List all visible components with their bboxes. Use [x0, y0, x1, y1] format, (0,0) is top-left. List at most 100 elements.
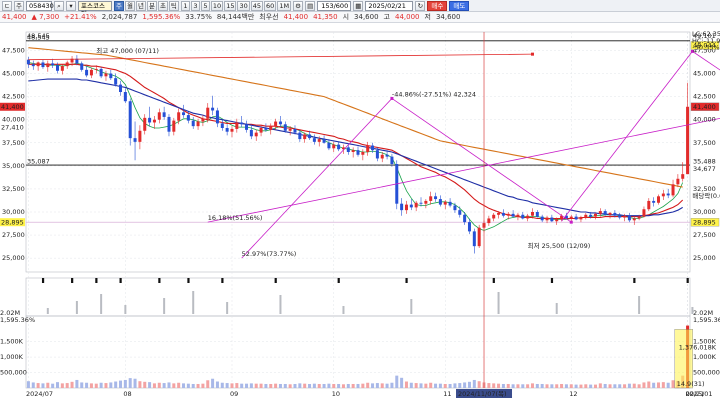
candle-body[interactable]: [424, 200, 428, 204]
period-tab-tick[interactable]: 틱: [168, 0, 179, 11]
volume-bar[interactable]: [196, 383, 200, 388]
event-marker[interactable]: [550, 278, 554, 283]
candle-body[interactable]: [133, 138, 137, 142]
volume-bar[interactable]: [269, 383, 273, 388]
volume-bar[interactable]: [569, 384, 573, 388]
volume-bar[interactable]: [177, 382, 181, 388]
candle-body[interactable]: [593, 213, 597, 217]
candle-body[interactable]: [283, 124, 287, 131]
volume-bar[interactable]: [133, 378, 137, 388]
period-tab-second[interactable]: 초: [157, 0, 168, 11]
volume-bar[interactable]: [593, 384, 597, 388]
candle-body[interactable]: [317, 139, 321, 142]
candle-body[interactable]: [123, 92, 127, 102]
candle-body[interactable]: [99, 68, 103, 77]
candle-body[interactable]: [497, 212, 501, 215]
candle-body[interactable]: [298, 132, 302, 140]
volume-bar[interactable]: [443, 383, 447, 388]
candle-body[interactable]: [119, 84, 123, 92]
candle-body[interactable]: [332, 144, 336, 149]
volume-bar[interactable]: [351, 383, 355, 388]
volume-bar[interactable]: [264, 383, 268, 388]
interval-1m[interactable]: 1M: [277, 0, 292, 11]
candle-body[interactable]: [458, 210, 462, 215]
candle-body[interactable]: [545, 217, 549, 221]
candle-body[interactable]: [206, 107, 210, 119]
volume-bar[interactable]: [535, 383, 539, 388]
event-marker[interactable]: [686, 278, 689, 283]
volume-bar[interactable]: [589, 384, 593, 388]
candle-body[interactable]: [686, 106, 690, 175]
volume-bar[interactable]: [375, 383, 379, 388]
refresh-icon[interactable]: ↻: [415, 0, 426, 11]
interval-10[interactable]: 10: [210, 0, 224, 11]
candle-body[interactable]: [31, 64, 35, 67]
volume-bar[interactable]: [201, 383, 205, 388]
candle-body[interactable]: [303, 134, 307, 140]
candle-body[interactable]: [172, 120, 176, 132]
volume-bar[interactable]: [584, 384, 588, 388]
volume-bar[interactable]: [366, 382, 370, 388]
candle-body[interactable]: [191, 120, 195, 127]
candle-body[interactable]: [501, 212, 505, 216]
candle-body[interactable]: [550, 217, 554, 222]
volume-bar[interactable]: [637, 384, 641, 388]
period-tab-month[interactable]: 월: [124, 0, 135, 11]
date-input[interactable]: 2025/02/21: [365, 0, 414, 11]
volume-bar[interactable]: [434, 383, 438, 388]
volume-bar[interactable]: [530, 383, 534, 388]
event-marker[interactable]: [41, 278, 45, 283]
event-marker[interactable]: [492, 278, 495, 283]
volume-bar[interactable]: [298, 383, 302, 388]
volume-bar[interactable]: [245, 383, 249, 388]
candle-body[interactable]: [182, 112, 186, 116]
candle-body[interactable]: [60, 66, 64, 71]
volume-bar[interactable]: [506, 383, 510, 388]
event-marker[interactable]: [187, 278, 190, 283]
candle-body[interactable]: [225, 128, 229, 132]
volume-bar[interactable]: [317, 383, 321, 388]
candle-body[interactable]: [346, 147, 350, 152]
volume-bar[interactable]: [579, 384, 583, 388]
candle-body[interactable]: [656, 196, 660, 203]
volume-bar[interactable]: [656, 382, 660, 388]
volume-bar[interactable]: [56, 382, 60, 388]
trendline-handle[interactable]: [530, 52, 534, 56]
volume-bar[interactable]: [463, 382, 467, 388]
volume-bar[interactable]: [497, 383, 501, 388]
candle-body[interactable]: [380, 154, 384, 159]
volume-bar[interactable]: [652, 382, 656, 388]
volume-bar[interactable]: [477, 381, 481, 388]
volume-bar[interactable]: [51, 383, 55, 388]
volume-bar[interactable]: [356, 383, 360, 388]
volume-bar[interactable]: [666, 382, 670, 388]
period-tab-minute[interactable]: 분: [146, 0, 157, 11]
event-marker[interactable]: [337, 278, 340, 283]
candle-body[interactable]: [177, 112, 181, 121]
event-marker[interactable]: [71, 278, 74, 283]
candle-body[interactable]: [632, 218, 636, 221]
candle-body[interactable]: [211, 107, 215, 111]
volume-bar[interactable]: [109, 382, 113, 388]
candle-body[interactable]: [603, 211, 607, 215]
candle-body[interactable]: [661, 193, 665, 197]
volume-bar[interactable]: [31, 382, 35, 388]
bar-count-input[interactable]: 153/600: [317, 0, 352, 11]
candle-body[interactable]: [506, 213, 510, 216]
interval-5[interactable]: 5: [200, 0, 210, 11]
candle-body[interactable]: [80, 63, 84, 70]
volume-bar[interactable]: [647, 381, 651, 388]
volume-bar[interactable]: [167, 382, 171, 388]
candle-body[interactable]: [293, 128, 297, 133]
candle-body[interactable]: [274, 121, 278, 127]
volume-bar[interactable]: [390, 382, 394, 388]
volume-bar[interactable]: [603, 383, 607, 388]
candle-body[interactable]: [152, 119, 156, 123]
candle-body[interactable]: [337, 144, 341, 150]
candle-body[interactable]: [312, 138, 316, 142]
interval-3[interactable]: 3: [190, 0, 200, 11]
volume-bar[interactable]: [70, 381, 74, 388]
volume-bar[interactable]: [182, 383, 186, 388]
volume-bar[interactable]: [627, 383, 631, 388]
candle-body[interactable]: [269, 126, 273, 130]
